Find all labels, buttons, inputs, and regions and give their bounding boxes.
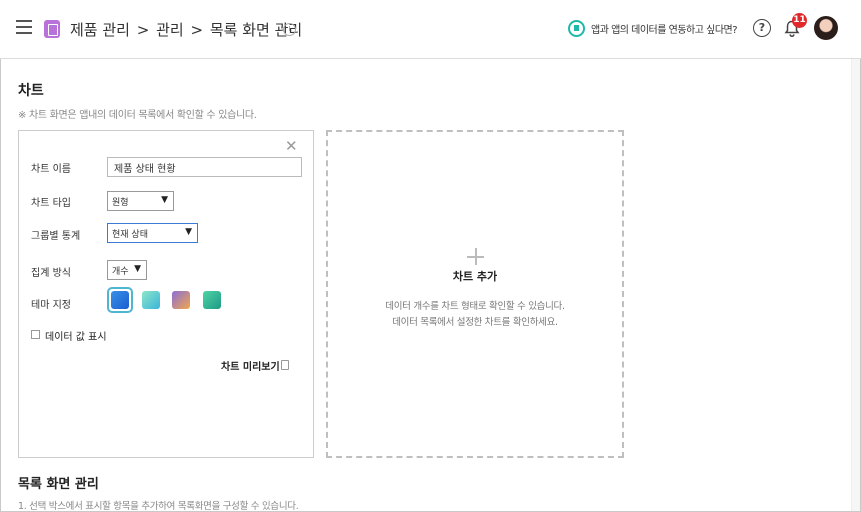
chart-type-label: 차트 타입 — [31, 198, 71, 209]
chart-section-title: 차트 — [18, 83, 44, 99]
info-icon[interactable]: i — [283, 23, 296, 36]
app-icon — [44, 20, 60, 38]
connect-apps-link[interactable]: 앱과 앱의 데이터를 연동하고 싶다면? — [568, 20, 738, 37]
theme-swatch-blue — [111, 291, 129, 309]
breadcrumb: 제품 관리 > 관리 > 목록 화면 관리 — [70, 19, 304, 40]
notification-badge: 11 — [792, 13, 807, 28]
show-values-checkbox[interactable] — [31, 330, 40, 339]
plus-icon — [467, 248, 484, 265]
theme-option-blue-selected[interactable] — [107, 287, 133, 313]
external-link-icon — [281, 360, 289, 370]
scrollbar[interactable] — [851, 59, 860, 511]
aggregation-value: 개수 — [112, 267, 129, 277]
add-chart-box[interactable]: 차트 추가 데이터 개수를 차트 형태로 확인할 수 있습니다. 데이터 목록에… — [326, 130, 624, 458]
chart-type-value: 원형 — [112, 198, 129, 208]
chart-name-label: 차트 이름 — [31, 164, 71, 175]
aggregation-label: 집계 방식 — [31, 268, 71, 279]
dropdown-arrow-icon: ▼ — [161, 195, 168, 205]
breadcrumb-separator: > — [136, 21, 150, 39]
chart-section-note: ※ 차트 화면은 앱내의 데이터 목록에서 확인할 수 있습니다. — [18, 110, 257, 121]
chart-name-input[interactable] — [107, 157, 302, 177]
chart-preview-link[interactable]: 차트 미리보기 — [221, 358, 280, 373]
theme-option-purple-orange[interactable] — [172, 291, 190, 309]
chart-settings-panel: ✕ 차트 이름 차트 타입 원형 ▼ 그룹별 통계 현재 상태 ▼ 집계 방식 … — [18, 130, 314, 458]
avatar[interactable] — [814, 16, 838, 40]
group-stats-label: 그룹별 통계 — [31, 231, 81, 242]
chart-type-select[interactable]: 원형 ▼ — [107, 191, 174, 211]
add-chart-desc-line1: 데이터 개수를 차트 형태로 확인할 수 있습니다. — [385, 301, 565, 312]
theme-label: 테마 지정 — [31, 300, 71, 311]
connect-apps-text: 앱과 앱의 데이터를 연동하고 싶다면? — [591, 25, 738, 36]
breadcrumb-item[interactable]: 관리 — [156, 21, 184, 39]
add-chart-title: 차트 추가 — [452, 270, 498, 283]
show-values-label: 데이터 값 표시 — [45, 332, 107, 343]
theme-option-green[interactable] — [203, 291, 221, 309]
breadcrumb-item[interactable]: 제품 관리 — [70, 21, 130, 39]
top-header: 제품 관리 > 관리 > 목록 화면 관리 i 앱과 앱의 데이터를 연동하고 … — [0, 0, 861, 59]
close-icon[interactable]: ✕ — [285, 137, 298, 155]
group-stats-select[interactable]: 현재 상태 ▼ — [107, 223, 198, 243]
add-chart-desc-line2: 데이터 목록에서 설정한 차트를 확인하세요. — [392, 317, 558, 328]
group-stats-value: 현재 상태 — [112, 230, 148, 240]
dropdown-arrow-icon: ▼ — [185, 227, 192, 237]
dropdown-arrow-icon: ▼ — [134, 264, 141, 274]
bookmark-icon — [568, 20, 585, 37]
list-section-note: 1. 선택 박스에서 표시할 항목을 추가하여 목록화면을 구성할 수 있습니다… — [18, 501, 299, 512]
menu-icon[interactable] — [16, 20, 32, 34]
aggregation-select[interactable]: 개수 ▼ — [107, 260, 147, 280]
breadcrumb-separator: > — [190, 21, 204, 39]
help-icon[interactable]: ? — [753, 19, 771, 37]
theme-option-teal[interactable] — [142, 291, 160, 309]
list-section-title: 목록 화면 관리 — [18, 477, 99, 492]
